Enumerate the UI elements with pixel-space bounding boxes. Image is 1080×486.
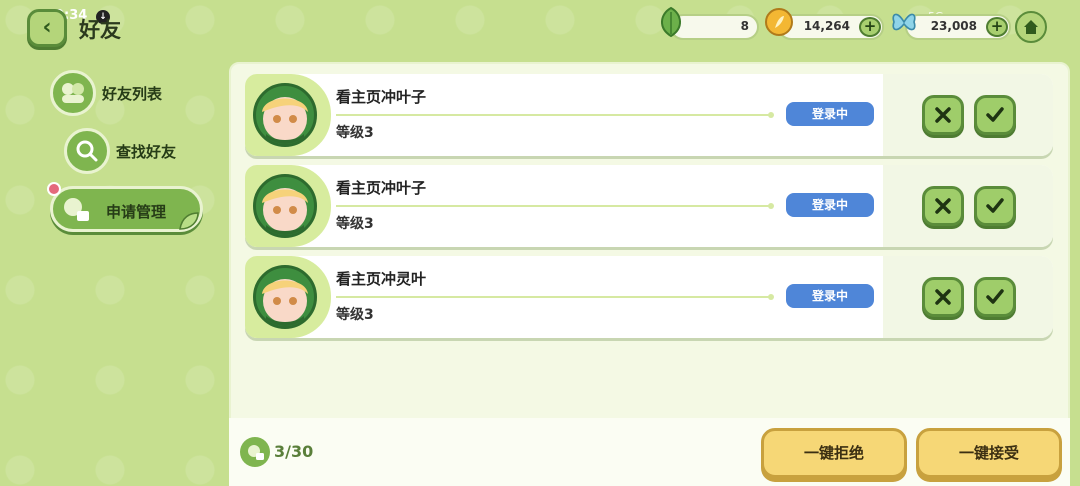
friends-icon xyxy=(50,70,96,116)
divider xyxy=(336,112,774,118)
home-icon xyxy=(1024,20,1038,34)
sidebar-item-find-friends[interactable]: 查找好友 xyxy=(64,128,176,174)
check-icon xyxy=(986,107,1004,122)
reject-button[interactable] xyxy=(922,277,964,317)
add-butterfly-button[interactable]: + xyxy=(986,17,1008,37)
butterfly-icon xyxy=(889,6,919,38)
currency-butterfly: 23,008 + xyxy=(905,14,1011,40)
close-icon xyxy=(935,289,951,305)
accept-button[interactable] xyxy=(974,277,1016,317)
page-title: 好友 xyxy=(79,18,121,42)
avatar xyxy=(253,174,317,238)
reject-button[interactable] xyxy=(922,95,964,135)
notification-dot xyxy=(47,182,61,196)
request-count: 3/30 xyxy=(274,442,314,461)
sidebar-item-label: 好友列表 xyxy=(102,84,163,103)
leaf-deco-icon xyxy=(178,211,200,235)
request-icon xyxy=(59,195,91,229)
reject-all-button[interactable]: 一键拒绝 xyxy=(761,428,907,478)
action-zone xyxy=(883,165,1053,247)
divider xyxy=(336,294,774,300)
avatar xyxy=(253,83,317,147)
requester-level: 等级3 xyxy=(336,307,374,323)
request-card: 看主页冲叶子 等级3 登录中 xyxy=(245,165,1053,247)
status-badge: 登录中 xyxy=(786,284,874,308)
request-card: 看主页冲灵叶 等级3 登录中 xyxy=(245,256,1053,338)
divider xyxy=(336,203,774,209)
request-count-icon xyxy=(240,437,270,467)
request-card: 看主页冲叶子 等级3 登录中 xyxy=(245,74,1053,156)
sidebar-item-label: 申请管理 xyxy=(106,203,167,221)
requester-level: 等级3 xyxy=(336,216,374,232)
sidebar-item-friends-list[interactable]: 好友列表 xyxy=(50,70,162,116)
requester-name: 看主页冲叶子 xyxy=(336,179,427,197)
requester-level: 等级3 xyxy=(336,125,374,141)
avatar-frame xyxy=(245,165,331,247)
currency-value: 8 xyxy=(740,19,749,33)
avatar xyxy=(253,265,317,329)
currency-value: 23,008 xyxy=(930,19,977,33)
requester-name: 看主页冲叶子 xyxy=(336,88,427,106)
sidebar-item-requests[interactable]: 申请管理 xyxy=(50,186,203,232)
avatar-frame xyxy=(245,74,331,156)
accept-button[interactable] xyxy=(974,186,1016,226)
avatar-frame xyxy=(245,256,331,338)
chevron-left-icon: ‹ xyxy=(42,15,52,40)
currency-value: 14,264 xyxy=(803,19,850,33)
requester-name: 看主页冲灵叶 xyxy=(336,270,427,288)
action-zone xyxy=(883,74,1053,156)
accept-button[interactable] xyxy=(974,95,1016,135)
add-gold-button[interactable]: + xyxy=(859,17,881,37)
close-icon xyxy=(935,198,951,214)
status-badge: 登录中 xyxy=(786,193,874,217)
sidebar-item-label: 查找好友 xyxy=(116,142,177,161)
check-icon xyxy=(986,198,1004,213)
gold-coin-icon xyxy=(764,6,794,38)
reject-button[interactable] xyxy=(922,186,964,226)
leaf-icon xyxy=(656,6,686,38)
close-icon xyxy=(935,107,951,123)
status-badge: 登录中 xyxy=(786,102,874,126)
back-button[interactable]: ‹ xyxy=(27,9,67,47)
check-icon xyxy=(986,289,1004,304)
accept-all-button[interactable]: 一键接受 xyxy=(916,428,1062,478)
magnifier-icon xyxy=(64,128,110,174)
home-button[interactable] xyxy=(1015,11,1047,43)
action-zone xyxy=(883,256,1053,338)
